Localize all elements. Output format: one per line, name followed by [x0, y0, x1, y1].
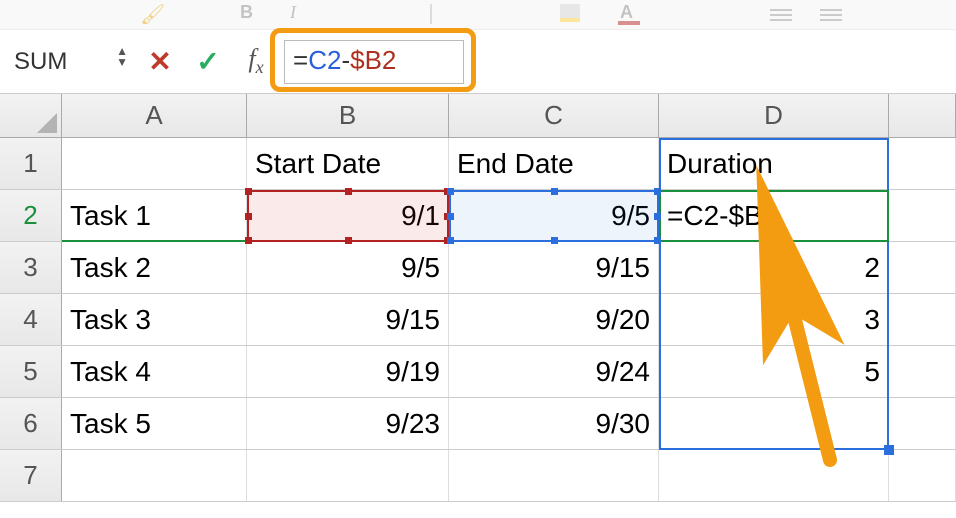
fx-icon[interactable]: fx	[240, 44, 272, 78]
column-headers: A B C D	[0, 94, 956, 138]
ribbon-faded: 🖌 B I A	[0, 0, 956, 30]
cell-E1[interactable]	[889, 138, 956, 189]
formula-input[interactable]: =C2-$B2	[284, 40, 464, 84]
cell-B1[interactable]: Start Date	[247, 138, 449, 189]
row-6: 6 Task 5 9/23 9/30	[0, 398, 956, 450]
cell-A3[interactable]: Task 2	[62, 242, 247, 293]
align-left-icon	[770, 6, 792, 24]
cell-C4[interactable]: 9/20	[449, 294, 659, 345]
select-all-corner[interactable]	[0, 94, 62, 137]
cell-E3[interactable]	[889, 242, 956, 293]
cell-A4[interactable]: Task 3	[62, 294, 247, 345]
bold-icon: B	[240, 2, 253, 23]
cell-B6[interactable]: 9/23	[247, 398, 449, 449]
cancel-icon[interactable]: ✕	[144, 45, 176, 78]
row-header-7[interactable]: 7	[0, 450, 62, 501]
cell-A5[interactable]: Task 4	[62, 346, 247, 397]
col-header-B[interactable]: B	[247, 94, 449, 137]
row-header-3[interactable]: 3	[0, 242, 62, 293]
formula-ref1: C2	[308, 45, 341, 75]
row-header-6[interactable]: 6	[0, 398, 62, 449]
formula-bar-row: SUM ▲ ▼ ✕ ✓ fx =C2-$B2	[0, 30, 956, 94]
cell-D4[interactable]: 3	[659, 294, 889, 345]
cell-D6[interactable]	[659, 398, 889, 449]
cell-B7[interactable]	[247, 450, 449, 501]
align-center-icon	[820, 6, 842, 24]
cell-D2-text: =C2-$B2	[667, 200, 778, 232]
col-header-A[interactable]: A	[62, 94, 247, 137]
col-header-blank[interactable]	[889, 94, 956, 137]
row-2: 2 Task 1 9/1 9/5 =C2-$B2	[0, 190, 956, 242]
row-header-2[interactable]: 2	[0, 190, 62, 241]
cell-A2[interactable]: Task 1	[62, 190, 247, 241]
cell-E7[interactable]	[889, 450, 956, 501]
row-4: 4 Task 3 9/15 9/20 3	[0, 294, 956, 346]
fill-color-icon	[560, 4, 580, 18]
cell-E4[interactable]	[889, 294, 956, 345]
cell-D3[interactable]: 2	[659, 242, 889, 293]
cell-B3[interactable]: 9/5	[247, 242, 449, 293]
row-header-4[interactable]: 4	[0, 294, 62, 345]
format-painter-icon: 🖌	[140, 2, 164, 26]
cell-C7[interactable]	[449, 450, 659, 501]
italic-icon: I	[290, 2, 296, 23]
cell-C1[interactable]: End Date	[449, 138, 659, 189]
row-5: 5 Task 4 9/19 9/24 5	[0, 346, 956, 398]
accept-icon[interactable]: ✓	[192, 45, 224, 78]
cell-B2[interactable]: 9/1	[247, 190, 449, 241]
cell-C3[interactable]: 9/15	[449, 242, 659, 293]
name-box[interactable]: SUM ▲ ▼	[6, 42, 136, 82]
cell-E2[interactable]	[889, 190, 956, 241]
col-header-D[interactable]: D	[659, 94, 889, 137]
fill-handle[interactable]	[884, 445, 894, 455]
row-7: 7	[0, 450, 956, 502]
cell-E5[interactable]	[889, 346, 956, 397]
row-header-5[interactable]: 5	[0, 346, 62, 397]
cell-B5[interactable]: 9/19	[247, 346, 449, 397]
col-header-C[interactable]: C	[449, 94, 659, 137]
cell-C6[interactable]: 9/30	[449, 398, 659, 449]
name-box-value: SUM	[14, 48, 67, 76]
formula-eq: =	[293, 45, 308, 75]
formula-op: -	[341, 45, 350, 75]
cell-D1[interactable]: Duration	[659, 138, 889, 189]
row-3: 3 Task 2 9/5 9/15 2	[0, 242, 956, 294]
cell-D7[interactable]	[659, 450, 889, 501]
row-1: 1 Start Date End Date Duration	[0, 138, 956, 190]
font-color-icon: A	[620, 2, 633, 23]
row-header-1[interactable]: 1	[0, 138, 62, 189]
chevron-down-icon[interactable]: ▼	[116, 57, 128, 68]
cell-C2[interactable]: 9/5	[449, 190, 659, 241]
separator	[430, 4, 432, 24]
cell-A6[interactable]: Task 5	[62, 398, 247, 449]
formula-ref2: $B2	[350, 45, 396, 75]
name-box-stepper[interactable]: ▲ ▼	[116, 46, 128, 68]
cell-A7[interactable]	[62, 450, 247, 501]
cell-D5[interactable]: 5	[659, 346, 889, 397]
cell-B4[interactable]: 9/15	[247, 294, 449, 345]
spreadsheet-grid[interactable]: A B C D 1 Start Date End Date Duration 2…	[0, 94, 956, 502]
cell-A1[interactable]	[62, 138, 247, 189]
cell-D2[interactable]: =C2-$B2	[659, 190, 889, 241]
cell-E6[interactable]	[889, 398, 956, 449]
cell-C5[interactable]: 9/24	[449, 346, 659, 397]
